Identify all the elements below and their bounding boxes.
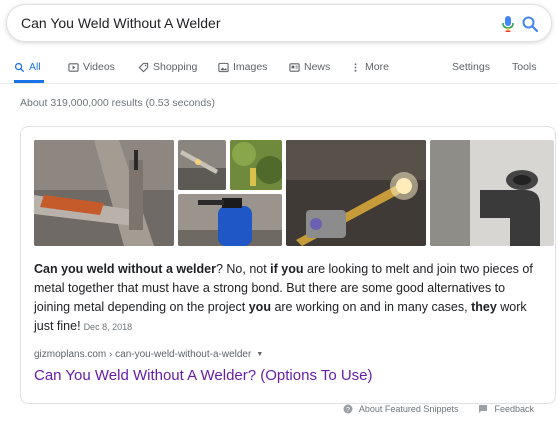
snippet-image-outdoor[interactable] (230, 140, 282, 190)
result-title-link[interactable]: Can You Weld Without A Welder? (Options … (34, 367, 373, 384)
caret-down-icon[interactable]: ▼ (256, 351, 263, 358)
settings-label: Settings (452, 61, 490, 73)
news-icon (289, 62, 300, 72)
tabs-divider (0, 83, 558, 84)
snippet-bold: if you (270, 262, 304, 276)
tab-label: Images (233, 61, 268, 73)
search-icon[interactable] (521, 15, 539, 33)
tools-label: Tools (512, 61, 537, 73)
tag-icon (138, 62, 149, 72)
snippet-image-strip (34, 140, 554, 246)
snippet-image-steel-angle[interactable] (34, 140, 174, 246)
featured-snippet-card: Can you weld without a welder? No, not i… (20, 126, 556, 404)
snippet-date: Dec 8, 2018 (83, 322, 133, 332)
mic-icon[interactable] (501, 15, 515, 33)
snippet-text: Can you weld without a welder? No, not i… (34, 260, 539, 337)
feedback-icon (479, 405, 488, 413)
snippet-image-blue-torch[interactable] (178, 194, 282, 246)
search-bar[interactable]: Can You Weld Without A Welder (6, 4, 552, 42)
search-icon (14, 62, 25, 72)
snippet-bold: they (471, 300, 497, 314)
snippet-bold: Can you weld without a welder (34, 262, 216, 276)
tab-label: All (29, 61, 41, 73)
image-icon (218, 62, 229, 72)
snippet-image-brass-torch[interactable] (286, 140, 426, 246)
tab-label: Shopping (153, 61, 198, 73)
feedback-label: Feedback (494, 404, 534, 414)
about-label: About Featured Snippets (358, 404, 459, 414)
help-icon: ? (343, 404, 353, 414)
settings-link[interactable]: Settings (452, 58, 490, 76)
snippet-bold: you (248, 300, 271, 314)
tab-label: More (365, 61, 389, 73)
tab-more[interactable]: More (350, 58, 389, 76)
snippet-plain: ? No, not (215, 262, 271, 276)
tab-shopping[interactable]: Shopping (138, 58, 197, 76)
result-url[interactable]: gizmoplans.com › can-you-weld-without-a-… (34, 349, 263, 360)
feedback-link[interactable]: Feedback (478, 404, 534, 414)
tab-label: News (304, 61, 331, 73)
search-input[interactable]: Can You Weld Without A Welder (21, 15, 221, 31)
tab-images[interactable]: Images (218, 58, 267, 76)
result-url-text: gizmoplans.com › can-you-weld-without-a-… (34, 349, 252, 360)
about-featured-snippets-link[interactable]: ? About Featured Snippets (343, 404, 459, 414)
tab-videos[interactable]: Videos (68, 58, 115, 76)
tab-news[interactable]: News (289, 58, 330, 76)
results-stats: About 319,000,000 results (0.53 seconds) (20, 97, 215, 109)
snippet-footer: ? About Featured Snippets Feedback (343, 404, 534, 414)
tools-link[interactable]: Tools (512, 58, 537, 76)
search-tabs: All Videos Shopping Images News More Set… (14, 58, 548, 83)
snippet-plain: are working on and in many cases, (270, 300, 472, 314)
tab-label: Videos (83, 61, 115, 73)
svg-text:?: ? (346, 407, 350, 414)
snippet-image-soldering[interactable] (178, 140, 226, 190)
tab-all[interactable]: All (14, 58, 41, 76)
snippet-image-pipe-elbow[interactable] (430, 140, 554, 246)
more-vertical-icon (354, 62, 357, 72)
video-icon (68, 62, 79, 72)
